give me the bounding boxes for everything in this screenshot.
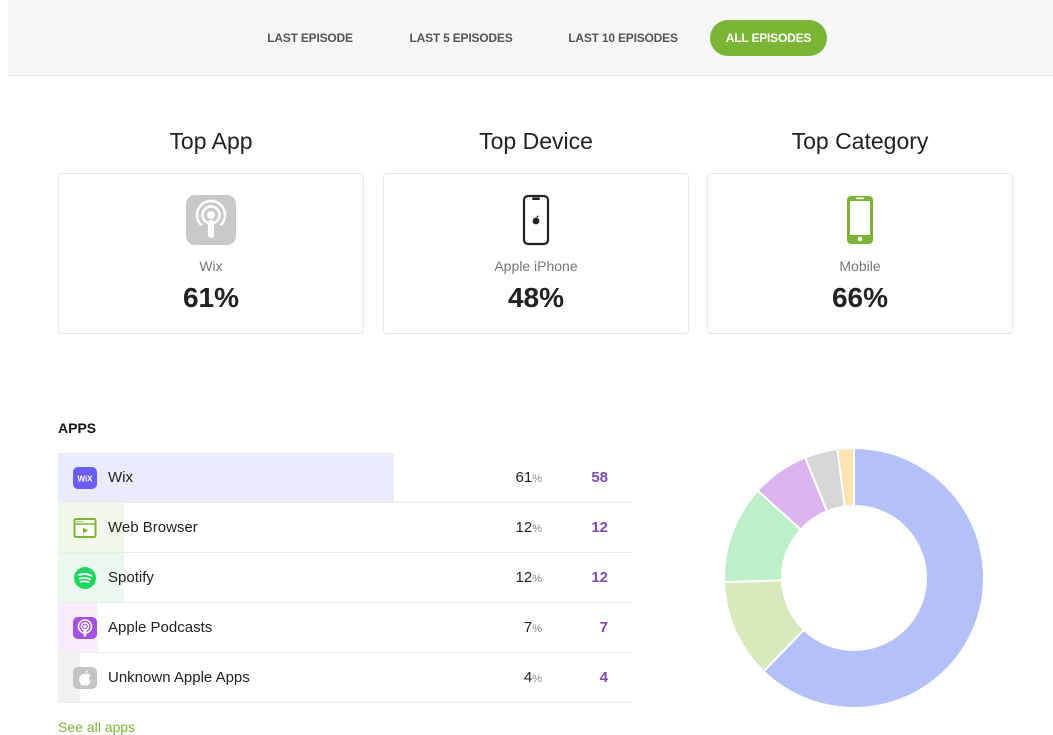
top-app-title: Top App xyxy=(169,128,253,154)
apple-podcasts-icon xyxy=(73,617,97,639)
iphone-icon xyxy=(521,194,551,251)
app-count: 4 xyxy=(599,669,608,686)
app-count: 12 xyxy=(591,569,608,586)
app-count: 12 xyxy=(591,519,608,536)
wix-icon: WiX xyxy=(73,467,97,489)
tab-all-episodes[interactable]: ALL EPISODES xyxy=(710,20,827,56)
app-name: Apple Podcasts xyxy=(108,619,213,636)
app-percent: 12% xyxy=(515,519,542,536)
list-item[interactable]: Apple Podcasts 7% 7 xyxy=(58,603,632,653)
list-item[interactable]: WiX Wix 61% 58 xyxy=(58,453,632,503)
app-percent: 4% xyxy=(523,669,542,686)
podcast-icon xyxy=(185,194,237,251)
list-item[interactable]: Web Browser 12% 12 xyxy=(58,503,632,553)
mobile-icon xyxy=(845,194,875,251)
app-percent: 7% xyxy=(523,619,542,636)
top-app-name: Wix xyxy=(199,258,223,274)
apps-donut-chart xyxy=(723,446,985,709)
top-category-percent: 66% xyxy=(831,282,889,313)
top-device-card: Apple iPhone 48% xyxy=(383,173,689,334)
app-name: Spotify xyxy=(108,569,154,586)
svg-text:WiX: WiX xyxy=(77,475,93,484)
tab-last-episode[interactable]: LAST EPISODE xyxy=(255,20,365,56)
top-category-card: Mobile 66% xyxy=(707,173,1013,334)
top-app-percent: 61% xyxy=(182,282,240,313)
spotify-icon xyxy=(73,567,97,589)
top-device-name: Apple iPhone xyxy=(494,258,578,274)
web-browser-icon xyxy=(73,517,97,539)
top-app-card: Wix 61% xyxy=(58,173,364,334)
app-name: Web Browser xyxy=(108,519,198,536)
app-percent: 61% xyxy=(515,469,542,486)
top-category-name: Mobile xyxy=(839,258,881,274)
list-item[interactable]: Unknown Apple Apps 4% 4 xyxy=(58,653,632,703)
app-percent: 12% xyxy=(515,569,542,586)
see-all-apps-link[interactable]: See all apps xyxy=(58,719,135,735)
tab-last-10-episodes[interactable]: LAST 10 EPISODES xyxy=(555,20,691,56)
app-count: 7 xyxy=(599,619,608,636)
top-device-percent: 48% xyxy=(507,282,565,313)
app-count: 58 xyxy=(591,469,608,486)
apple-icon xyxy=(73,667,97,689)
episode-filter-bar: LAST EPISODE LAST 5 EPISODES LAST 10 EPI… xyxy=(8,0,1053,76)
app-name: Wix xyxy=(108,469,133,486)
top-device-title: Top Device xyxy=(479,128,593,154)
tab-last-5-episodes[interactable]: LAST 5 EPISODES xyxy=(397,20,525,56)
app-name: Unknown Apple Apps xyxy=(108,669,250,686)
list-item[interactable]: Spotify 12% 12 xyxy=(58,553,632,603)
top-category-title: Top Category xyxy=(791,128,929,154)
apps-heading: APPS xyxy=(58,420,97,436)
